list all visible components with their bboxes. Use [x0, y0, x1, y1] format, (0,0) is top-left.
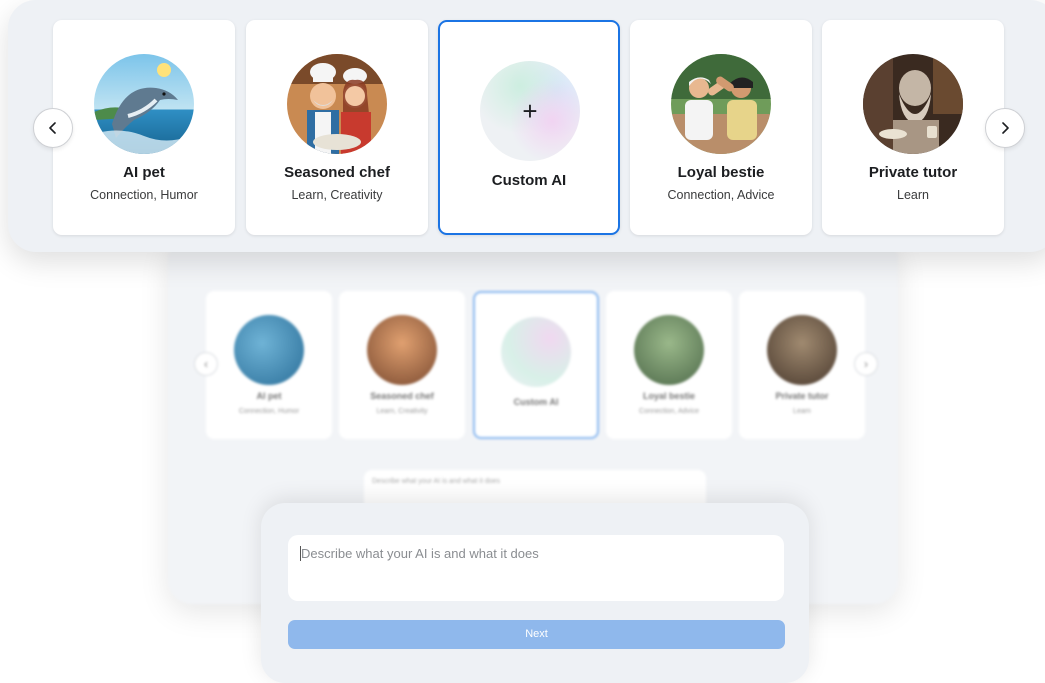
card-name: AI pet [123, 164, 165, 181]
chevron-left-icon [49, 122, 56, 134]
bg-card-custom-ai: Custom AI [473, 291, 599, 439]
chef-avatar [287, 54, 387, 154]
tutor-avatar [863, 54, 963, 154]
character-carousel: AI pet Connection, Humor Seasoned chef L… [8, 0, 1045, 252]
describe-panel: Describe what your AI is and what it doe… [261, 503, 809, 683]
card-name: Custom AI [491, 172, 567, 189]
plus-icon: + [480, 61, 580, 161]
chevron-right-icon [1002, 122, 1009, 134]
bg-card-seasoned-chef: Seasoned chef Learn, Creativity [339, 291, 465, 439]
card-tags: Learn [897, 188, 929, 202]
bg-card-private-tutor: Private tutor Learn [739, 291, 865, 439]
card-name: Private tutor [868, 164, 958, 181]
bg-card-ai-pet: AI pet Connection, Humor [206, 291, 332, 439]
bg-card-loyal-bestie: Loyal bestie Connection, Advice [606, 291, 732, 439]
bestie-avatar [671, 54, 771, 154]
bg-chevron-right-icon: › [854, 352, 878, 376]
card-name: Loyal bestie [677, 164, 765, 181]
card-ai-pet[interactable]: AI pet Connection, Humor [53, 20, 235, 235]
next-button[interactable]: Next [288, 620, 785, 649]
next-arrow-button[interactable] [985, 108, 1025, 148]
card-loyal-bestie[interactable]: Loyal bestie Connection, Advice [630, 20, 812, 235]
describe-placeholder: Describe what your AI is and what it doe… [301, 546, 539, 561]
dolphin-avatar [94, 54, 194, 154]
bg-chevron-left-icon: ‹ [194, 352, 218, 376]
card-tags: Connection, Humor [90, 188, 198, 202]
card-tags: Connection, Advice [667, 188, 775, 202]
describe-input[interactable]: Describe what your AI is and what it doe… [288, 535, 784, 601]
card-custom-ai[interactable]: + Custom AI [438, 20, 620, 235]
card-tags: Learn, Creativity [291, 188, 383, 202]
card-name: Seasoned chef [284, 164, 390, 181]
prev-button[interactable] [33, 108, 73, 148]
card-seasoned-chef[interactable]: Seasoned chef Learn, Creativity [246, 20, 428, 235]
card-private-tutor[interactable]: Private tutor Learn [822, 20, 1004, 235]
